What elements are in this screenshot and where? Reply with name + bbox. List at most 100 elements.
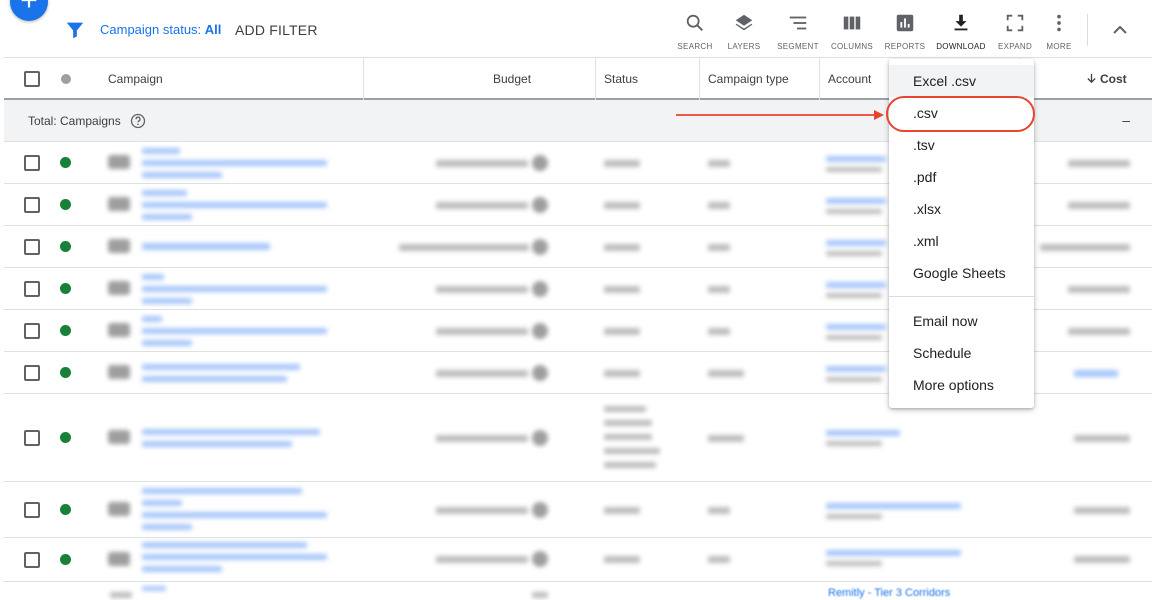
search-tool-button[interactable]: SEARCH: [668, 12, 722, 52]
budget-edit-icon[interactable]: [532, 239, 548, 255]
header-campaign[interactable]: Campaign: [108, 72, 163, 86]
campaign-name-link[interactable]: [142, 429, 320, 435]
more-tool-button[interactable]: MORE: [1032, 12, 1086, 52]
columns-tool-button[interactable]: COLUMNS: [825, 12, 879, 52]
download-tsv[interactable]: .tsv: [889, 129, 1034, 161]
campaign-name-link[interactable]: [142, 274, 164, 280]
budget-edit-icon[interactable]: [532, 551, 548, 567]
row-checkbox[interactable]: [24, 155, 40, 171]
budget-edit-icon[interactable]: [532, 430, 548, 446]
header-budget[interactable]: Budget: [493, 72, 531, 86]
row-checkbox[interactable]: [24, 323, 40, 339]
budget-edit-icon[interactable]: [532, 592, 548, 598]
campaign-name-link[interactable]: [142, 172, 222, 178]
header-campaign-type[interactable]: Campaign type: [708, 72, 789, 86]
campaign-name-link[interactable]: [142, 500, 182, 506]
download-excel-csv[interactable]: Excel .csv: [889, 65, 1034, 97]
account-link[interactable]: [826, 240, 886, 246]
budget-edit-icon[interactable]: [532, 502, 548, 518]
campaign-name-link[interactable]: [142, 160, 327, 166]
download-tool-button[interactable]: DOWNLOAD: [934, 12, 988, 52]
more-vert-icon: [1057, 14, 1061, 32]
account-link[interactable]: [826, 366, 886, 372]
download-google-sheets[interactable]: Google Sheets: [889, 257, 1034, 289]
type-value: [708, 160, 730, 167]
budget-edit-icon[interactable]: [532, 197, 548, 213]
table-row[interactable]: Remitly - Tier 3 Corridors: [4, 582, 1152, 600]
campaign-name-link[interactable]: [142, 542, 307, 548]
row-checkbox[interactable]: [24, 365, 40, 381]
status-value: [604, 434, 652, 440]
campaign-name-link[interactable]: [142, 316, 162, 322]
campaign-name-link[interactable]: [142, 586, 166, 591]
campaign-name-link[interactable]: [142, 376, 287, 382]
row-checkbox[interactable]: [24, 281, 40, 297]
campaign-name-link[interactable]: [142, 364, 300, 370]
schedule-item[interactable]: Schedule: [889, 337, 1034, 369]
download-xml[interactable]: .xml: [889, 225, 1034, 257]
campaign-name-link[interactable]: [142, 488, 302, 494]
account-link[interactable]: [826, 324, 886, 330]
budget-edit-icon[interactable]: [532, 365, 548, 381]
google-ads-campaigns-page: + Campaign status: All ADD FILTER SEARCH…: [0, 0, 1152, 600]
type-value: [708, 244, 730, 251]
account-link[interactable]: [826, 550, 961, 556]
download-pdf[interactable]: .pdf: [889, 161, 1034, 193]
help-icon[interactable]: [130, 113, 146, 129]
budget-edit-icon[interactable]: [532, 155, 548, 171]
row-checkbox[interactable]: [24, 552, 40, 568]
download-xlsx[interactable]: .xlsx: [889, 193, 1034, 225]
email-now-item[interactable]: Email now: [889, 305, 1034, 337]
status-value: [604, 556, 640, 563]
type-value: [708, 202, 730, 209]
select-all-checkbox[interactable]: [24, 71, 40, 87]
chevron-up-icon[interactable]: [1108, 18, 1132, 42]
campaign-name-link[interactable]: [142, 286, 327, 292]
reports-tool-button[interactable]: REPORTS: [878, 12, 932, 52]
budget-edit-icon[interactable]: [532, 323, 548, 339]
campaign-name-link[interactable]: [142, 441, 292, 447]
campaign-type-badge: [110, 592, 132, 598]
budget-edit-icon[interactable]: [532, 281, 548, 297]
row-checkbox[interactable]: [24, 239, 40, 255]
campaign-name-link[interactable]: [142, 566, 222, 572]
account-link[interactable]: Remitly - Tier 3 Corridors: [828, 587, 950, 599]
campaign-name-link[interactable]: [142, 298, 192, 304]
campaign-name-link[interactable]: [142, 512, 327, 518]
campaign-name-link[interactable]: [142, 243, 270, 250]
segment-tool-button[interactable]: SEGMENT: [771, 12, 825, 52]
account-link[interactable]: [826, 156, 886, 162]
add-filter-button[interactable]: ADD FILTER: [235, 22, 318, 38]
account-link[interactable]: [826, 503, 961, 509]
filter-icon[interactable]: [64, 19, 86, 41]
campaign-name-link[interactable]: [142, 202, 327, 208]
campaign-name-link[interactable]: [142, 328, 327, 334]
cost-value: [1068, 160, 1130, 167]
account-link[interactable]: [826, 282, 886, 288]
table-row[interactable]: [4, 538, 1152, 582]
campaign-name-link[interactable]: [142, 148, 180, 154]
reports-tool-label: REPORTS: [884, 42, 926, 51]
account-link[interactable]: [826, 198, 886, 204]
column-divider: [363, 58, 364, 100]
row-checkbox[interactable]: [24, 430, 40, 446]
campaign-status-filter[interactable]: Campaign status: All: [100, 22, 221, 37]
campaign-name-link[interactable]: [142, 214, 192, 220]
row-checkbox[interactable]: [24, 197, 40, 213]
cost-value: [1074, 556, 1130, 563]
table-row[interactable]: [4, 482, 1152, 538]
more-options-item[interactable]: More options: [889, 369, 1034, 401]
campaign-name-link[interactable]: [142, 524, 192, 530]
header-cost[interactable]: Cost: [1086, 72, 1127, 86]
campaign-name-link[interactable]: [142, 554, 327, 560]
menu-divider: [889, 296, 1034, 297]
layers-tool-button[interactable]: LAYERS: [717, 12, 771, 52]
campaign-name-link[interactable]: [142, 340, 192, 346]
account-link[interactable]: [826, 430, 900, 436]
budget-value: [399, 244, 529, 251]
header-account[interactable]: Account: [828, 72, 871, 86]
header-status[interactable]: Status: [604, 72, 638, 86]
row-checkbox[interactable]: [24, 502, 40, 518]
campaign-name-link[interactable]: [142, 190, 187, 196]
campaign-type-badge: [108, 502, 130, 516]
